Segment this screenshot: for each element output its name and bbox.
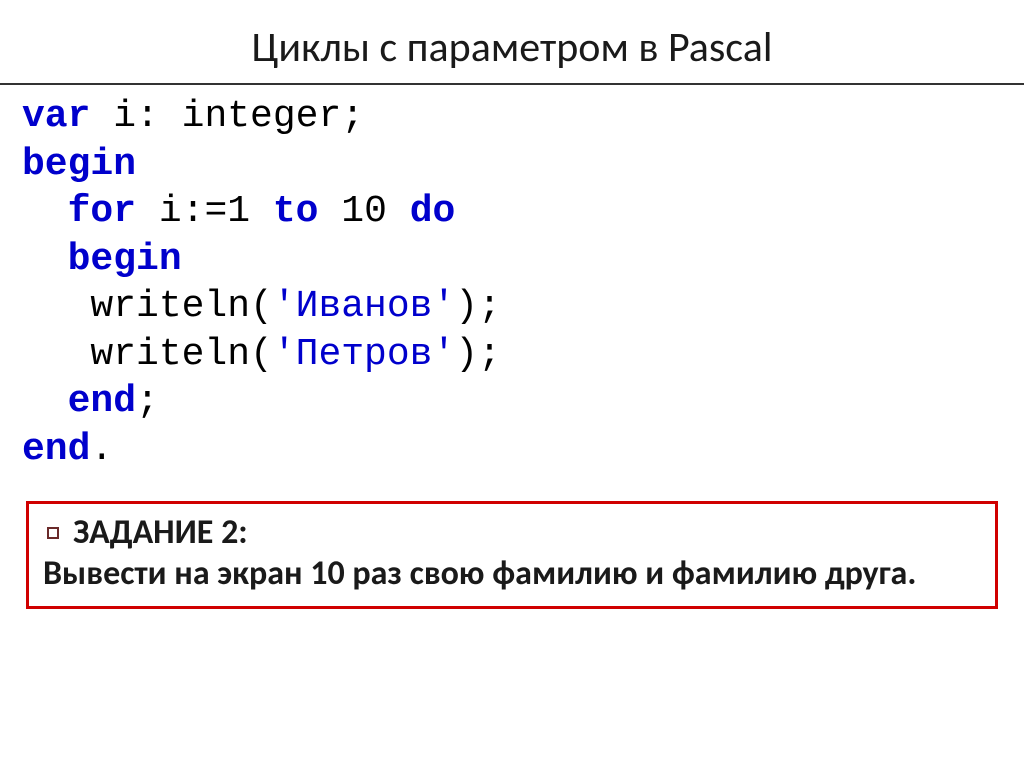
code-indent bbox=[22, 380, 68, 423]
slide-title: Циклы с параметром в Pascal bbox=[0, 0, 1024, 83]
string-literal: 'Иванов' bbox=[273, 285, 455, 328]
code-text: i:=1 bbox=[136, 190, 273, 233]
code-text: . bbox=[90, 428, 113, 471]
code-line-4: begin bbox=[22, 236, 1002, 284]
code-line-5: writeln('Иванов'); bbox=[22, 283, 1002, 331]
task-label: ЗАДАНИЕ 2: bbox=[73, 512, 248, 553]
code-text: i: integer; bbox=[90, 95, 364, 138]
code-text: ); bbox=[455, 285, 501, 328]
code-line-1: var i: integer; bbox=[22, 93, 1002, 141]
code-line-2: begin bbox=[22, 141, 1002, 189]
task-body: Вывести на экран 10 раз свою фамилию и ф… bbox=[43, 553, 981, 596]
kw-end-inner: end bbox=[68, 380, 136, 423]
task-header: ЗАДАНИЕ 2: bbox=[43, 512, 981, 553]
task-box: ЗАДАНИЕ 2: Вывести на экран 10 раз свою … bbox=[26, 501, 998, 609]
code-text: 10 bbox=[318, 190, 409, 233]
kw-to: to bbox=[273, 190, 319, 233]
kw-begin: begin bbox=[22, 143, 136, 186]
kw-end: end bbox=[22, 428, 90, 471]
code-line-6: writeln('Петров'); bbox=[22, 331, 1002, 379]
kw-begin-inner: begin bbox=[68, 238, 182, 281]
code-text: ; bbox=[136, 380, 159, 423]
bullet-square-icon bbox=[47, 527, 59, 539]
kw-for: for bbox=[68, 190, 136, 233]
string-literal: 'Петров' bbox=[273, 333, 455, 376]
code-line-7: end; bbox=[22, 378, 1002, 426]
kw-var: var bbox=[22, 95, 90, 138]
code-text: writeln( bbox=[22, 333, 273, 376]
code-line-8: end. bbox=[22, 426, 1002, 474]
code-indent bbox=[22, 190, 68, 233]
kw-do: do bbox=[410, 190, 456, 233]
code-line-3: for i:=1 to 10 do bbox=[22, 188, 1002, 236]
code-indent bbox=[22, 238, 68, 281]
code-text: writeln( bbox=[22, 285, 273, 328]
code-block: var i: integer; begin for i:=1 to 10 do … bbox=[0, 83, 1024, 491]
code-text: ); bbox=[455, 333, 501, 376]
